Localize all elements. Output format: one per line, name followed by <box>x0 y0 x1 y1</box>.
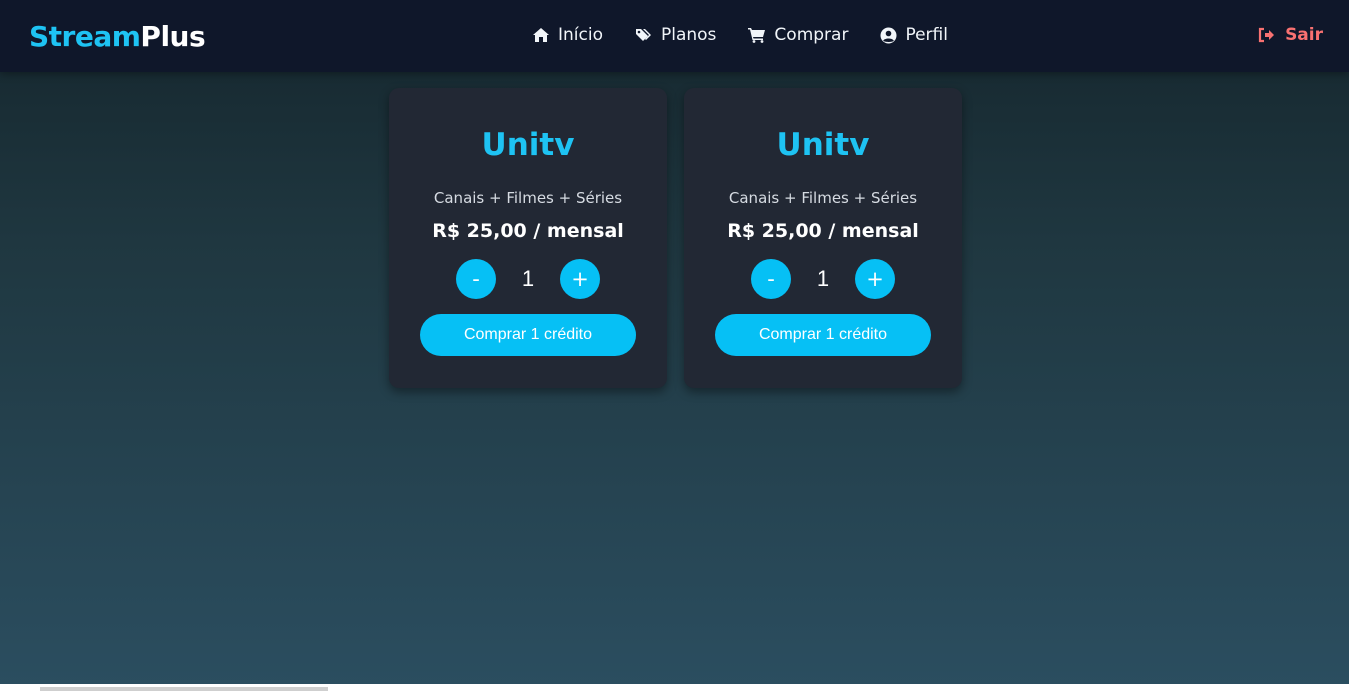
app-logo[interactable]: StreamPlus <box>29 19 206 55</box>
logout-link[interactable]: Sair <box>1258 24 1323 46</box>
nav-item-label: Planos <box>660 25 717 45</box>
nav-item-inicio[interactable]: Início <box>532 24 603 46</box>
nav-item-label: Perfil <box>905 25 948 45</box>
decrease-button[interactable]: - <box>456 259 496 299</box>
nav-item-perfil[interactable]: Perfil <box>880 24 948 46</box>
sign-out-icon <box>1258 27 1275 43</box>
home-icon <box>533 28 549 42</box>
logo-part-stream: Stream <box>29 20 141 53</box>
quantity-value: 1 <box>816 266 830 291</box>
user-circle-icon <box>880 27 897 43</box>
nav-item-comprar[interactable]: Comprar <box>748 24 848 46</box>
cart-icon <box>748 28 766 43</box>
nav-item-label: Início <box>558 25 603 45</box>
top-navbar: StreamPlus Início Planos Comprar Perfil … <box>0 0 1349 72</box>
tags-icon <box>635 29 651 41</box>
quantity-stepper: - 1 + <box>751 259 895 299</box>
plan-description: Canais + Filmes + Séries <box>433 189 623 207</box>
horizontal-scrollbar[interactable] <box>0 684 1349 691</box>
plan-card: Unitv Canais + Filmes + Séries R$ 25,00 … <box>389 88 667 388</box>
increase-button[interactable]: + <box>855 259 895 299</box>
nav-item-label: Comprar <box>774 25 849 45</box>
plan-description: Canais + Filmes + Séries <box>728 189 918 207</box>
buy-credit-button[interactable]: Comprar 1 crédito <box>715 314 931 356</box>
logout-label: Sair <box>1285 25 1323 45</box>
plan-cards: Unitv Canais + Filmes + Séries R$ 25,00 … <box>389 88 979 388</box>
increase-button[interactable]: + <box>560 259 600 299</box>
main-nav: Início Planos Comprar Perfil <box>532 24 980 46</box>
plan-title: Unitv <box>481 127 575 163</box>
quantity-value: 1 <box>521 266 535 291</box>
plan-price: R$ 25,00 / mensal <box>727 220 919 242</box>
plan-price: R$ 25,00 / mensal <box>432 220 624 242</box>
quantity-stepper: - 1 + <box>456 259 600 299</box>
plan-title: Unitv <box>776 127 870 163</box>
logo-part-plus: Plus <box>140 20 206 53</box>
plan-card: Unitv Canais + Filmes + Séries R$ 25,00 … <box>684 88 962 388</box>
buy-credit-button[interactable]: Comprar 1 crédito <box>420 314 636 356</box>
scrollbar-thumb[interactable] <box>40 687 328 691</box>
nav-item-planos[interactable]: Planos <box>635 24 716 46</box>
decrease-button[interactable]: - <box>751 259 791 299</box>
